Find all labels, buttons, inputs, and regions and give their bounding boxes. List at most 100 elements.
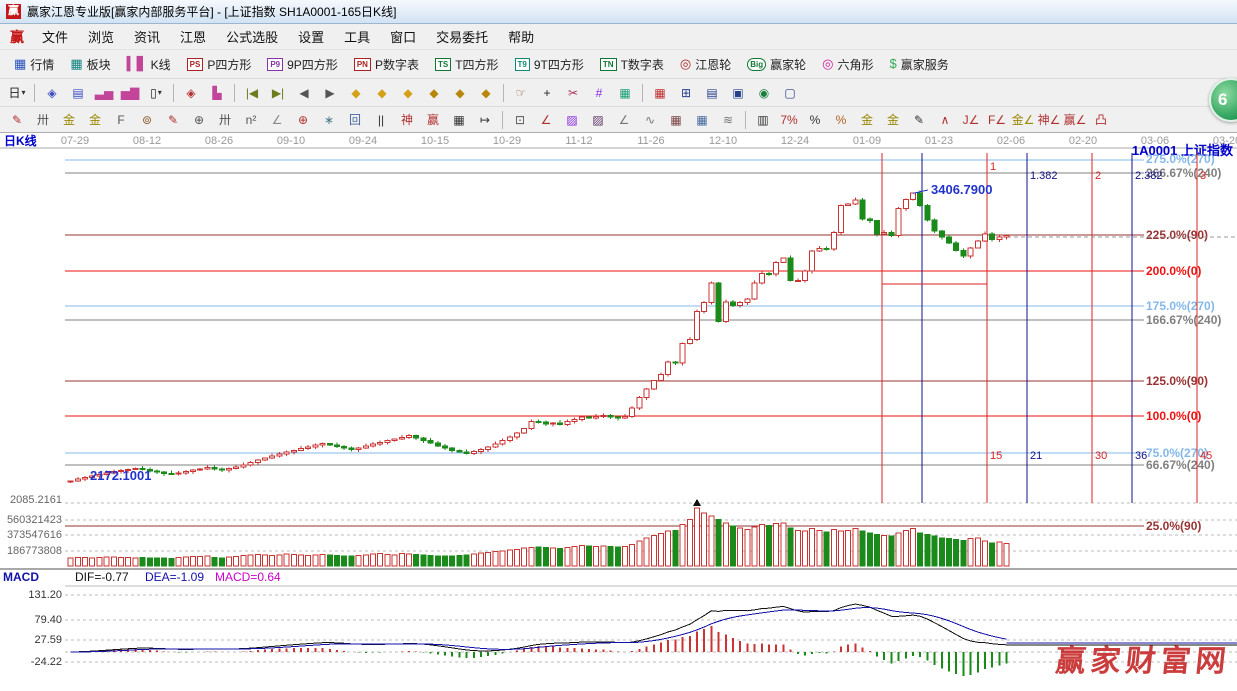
tool-save[interactable]: ▣ xyxy=(725,82,751,103)
menu-item-帮助[interactable]: 帮助 xyxy=(498,25,544,48)
toolbar-separator xyxy=(503,84,504,102)
tool-hatch-tool[interactable]: ≋ xyxy=(715,109,741,130)
tool-zoom-vertical[interactable]: ◆ xyxy=(447,82,473,103)
tool-zoom-all[interactable]: ◆ xyxy=(473,82,499,103)
tool-color-flag[interactable]: ▙ xyxy=(204,82,230,103)
menu-item-文件[interactable]: 文件 xyxy=(32,25,78,48)
toolbar-button-p-square[interactable]: PSP四方形 xyxy=(179,54,260,75)
tool-gann-ladder[interactable]: 卅 xyxy=(30,109,56,130)
svg-text:10-15: 10-15 xyxy=(421,135,449,147)
menu-item-窗口[interactable]: 窗口 xyxy=(380,25,426,48)
tool-percent[interactable]: % xyxy=(802,109,828,130)
kline-chart-svg[interactable]: 07-2908-1208-2609-1009-2410-1510-2911-12… xyxy=(0,133,1237,686)
tool-grid-b[interactable]: ▦ xyxy=(689,109,715,130)
tool-percent-7[interactable]: 7% xyxy=(776,109,802,130)
toolbar-button-quotes[interactable]: ▦行情 xyxy=(6,54,62,75)
toolbar-button-t9-square[interactable]: T99T四方形 xyxy=(507,54,592,75)
tool-angle-a[interactable]: ∠ xyxy=(264,109,290,130)
tool-box-dark[interactable]: ▨ xyxy=(585,109,611,130)
tool-fib-f[interactable]: F xyxy=(108,109,134,130)
toolbar-button-p9-square[interactable]: P99P四方形 xyxy=(259,54,345,75)
tool-box-purple[interactable]: ▨ xyxy=(559,109,585,130)
tool-last-page[interactable]: ▶| xyxy=(265,82,291,103)
tool-bars-small[interactable]: ▃▅ xyxy=(91,82,117,103)
tool-pen-2[interactable]: ✎ xyxy=(160,109,186,130)
tool-info-panel[interactable]: ▤ xyxy=(65,82,91,103)
tool-next-page[interactable]: ▶ xyxy=(317,82,343,103)
t-number-table-label: T数字表 xyxy=(621,56,664,73)
tool-span-arrow[interactable]: ↦ xyxy=(472,109,498,130)
tool-notes[interactable]: ▤ xyxy=(699,82,725,103)
tool-calculator[interactable]: ⊞ xyxy=(673,82,699,103)
tool-calendar[interactable]: ▦ xyxy=(647,82,673,103)
tool-percent-gold[interactable]: % xyxy=(828,109,854,130)
tool-cut-tool[interactable]: ✂ xyxy=(560,82,586,103)
tool-grid-a[interactable]: ▦ xyxy=(663,109,689,130)
tool-zoom-right[interactable]: ◆ xyxy=(369,82,395,103)
toolbar-button-t-number-table[interactable]: TNT数字表 xyxy=(592,54,672,75)
tool-drag-hand[interactable]: ☞ xyxy=(508,82,534,103)
tool-export[interactable]: ▢ xyxy=(777,82,803,103)
tool-pattern-window[interactable]: ◈ xyxy=(39,82,65,103)
tool-list-tool[interactable]: ▥ xyxy=(750,109,776,130)
tool-tu-tool[interactable]: 凸 xyxy=(1088,109,1114,130)
tool-ying-tool[interactable]: 赢 xyxy=(420,109,446,130)
tool-circle-cross[interactable]: ⊕ xyxy=(186,109,212,130)
tool-ruler-123[interactable]: ▦ xyxy=(446,109,472,130)
toolbar-button-t-square[interactable]: TST四方形 xyxy=(427,54,507,75)
menu-item-交易委托[interactable]: 交易委托 xyxy=(426,25,498,48)
chart-area[interactable]: 07-2908-1208-2609-1009-2410-1510-2911-12… xyxy=(0,133,1237,686)
tool-gold-angle[interactable]: 金∠ xyxy=(1010,109,1036,130)
menu-item-公式选股[interactable]: 公式选股 xyxy=(216,25,288,48)
toolbar-button-kline[interactable]: ▍▋K线 xyxy=(119,54,179,75)
tool-shen-angle[interactable]: 神∠ xyxy=(1036,109,1062,130)
tool-box-grid[interactable]: 回 xyxy=(342,109,368,130)
tool-zoom-compress[interactable]: ◆ xyxy=(421,82,447,103)
tool-peak-tool[interactable]: ∧ xyxy=(932,109,958,130)
tool-gold-circle[interactable]: 金 xyxy=(854,109,880,130)
toolbar-button-winner-service[interactable]: $赢家服务 xyxy=(882,54,957,75)
tool-j-angle[interactable]: J∠ xyxy=(958,109,984,130)
tool-zoom-left[interactable]: ◆ xyxy=(343,82,369,103)
tool-frame-tool[interactable]: ⊡ xyxy=(507,109,533,130)
toolbar-button-hexagon[interactable]: ◎六角形 xyxy=(814,54,881,75)
tool-bars-large[interactable]: ▅▇ xyxy=(117,82,143,103)
tool-period-day[interactable]: 日▾ xyxy=(4,82,30,103)
tool-ying-angle[interactable]: 赢∠ xyxy=(1062,109,1088,130)
tool-ladder-2[interactable]: 卅 xyxy=(212,109,238,130)
tool-quote-pair[interactable]: || xyxy=(368,109,394,130)
tool-prev-page[interactable]: ◀ xyxy=(291,82,317,103)
tool-pattern-overlay[interactable]: ◈ xyxy=(178,82,204,103)
menu-item-江恩[interactable]: 江恩 xyxy=(170,25,216,48)
tool-gold-grid-1[interactable]: 金 xyxy=(56,109,82,130)
tool-wave-tool[interactable]: ∿ xyxy=(637,109,663,130)
menu-item-工具[interactable]: 工具 xyxy=(334,25,380,48)
toolbar-button-p-number-table[interactable]: PNP数字表 xyxy=(346,54,427,75)
tool-pattern-green[interactable]: ▦ xyxy=(612,82,638,103)
menu-item-浏览[interactable]: 浏览 xyxy=(78,25,124,48)
menu-item-设置[interactable]: 设置 xyxy=(288,25,334,48)
tool-f-angle[interactable]: F∠ xyxy=(984,109,1010,130)
tool-n-square[interactable]: n² xyxy=(238,109,264,130)
tool-grid-edit[interactable]: # xyxy=(586,82,612,103)
toolbar-button-gann-wheel[interactable]: ◎江恩轮 xyxy=(672,54,739,75)
tool-crosshair[interactable]: + xyxy=(534,82,560,103)
tool-gold-grid-2[interactable]: 金 xyxy=(82,109,108,130)
tool-star-grid[interactable]: ∗ xyxy=(316,109,342,130)
menu-item-资讯[interactable]: 资讯 xyxy=(124,25,170,48)
tool-first-page[interactable]: |◀ xyxy=(239,82,265,103)
toolbar-button-winner-wheel[interactable]: Big赢家轮 xyxy=(739,54,814,75)
chart-canvas[interactable]: 07-2908-1208-2609-1009-2410-1510-2911-12… xyxy=(0,133,1237,691)
tool-draw-pen[interactable]: ✎ xyxy=(4,109,30,130)
tool-zoom-horizontal[interactable]: ◆ xyxy=(395,82,421,103)
tool-ink-tool[interactable]: ✎ xyxy=(906,109,932,130)
tool-target-red[interactable]: ⊕ xyxy=(290,109,316,130)
tool-shen-tool[interactable]: 神 xyxy=(394,109,420,130)
tool-candle-type[interactable]: ▯▾ xyxy=(143,82,169,103)
tool-save-web[interactable]: ◉ xyxy=(751,82,777,103)
tool-gold-line[interactable]: 金 xyxy=(880,109,906,130)
toolbar-button-sectors[interactable]: ▦板块 xyxy=(62,54,118,75)
tool-spiral[interactable]: ⊚ xyxy=(134,109,160,130)
tool-angle-line[interactable]: ∠ xyxy=(611,109,637,130)
tool-fan-red[interactable]: ∠ xyxy=(533,109,559,130)
